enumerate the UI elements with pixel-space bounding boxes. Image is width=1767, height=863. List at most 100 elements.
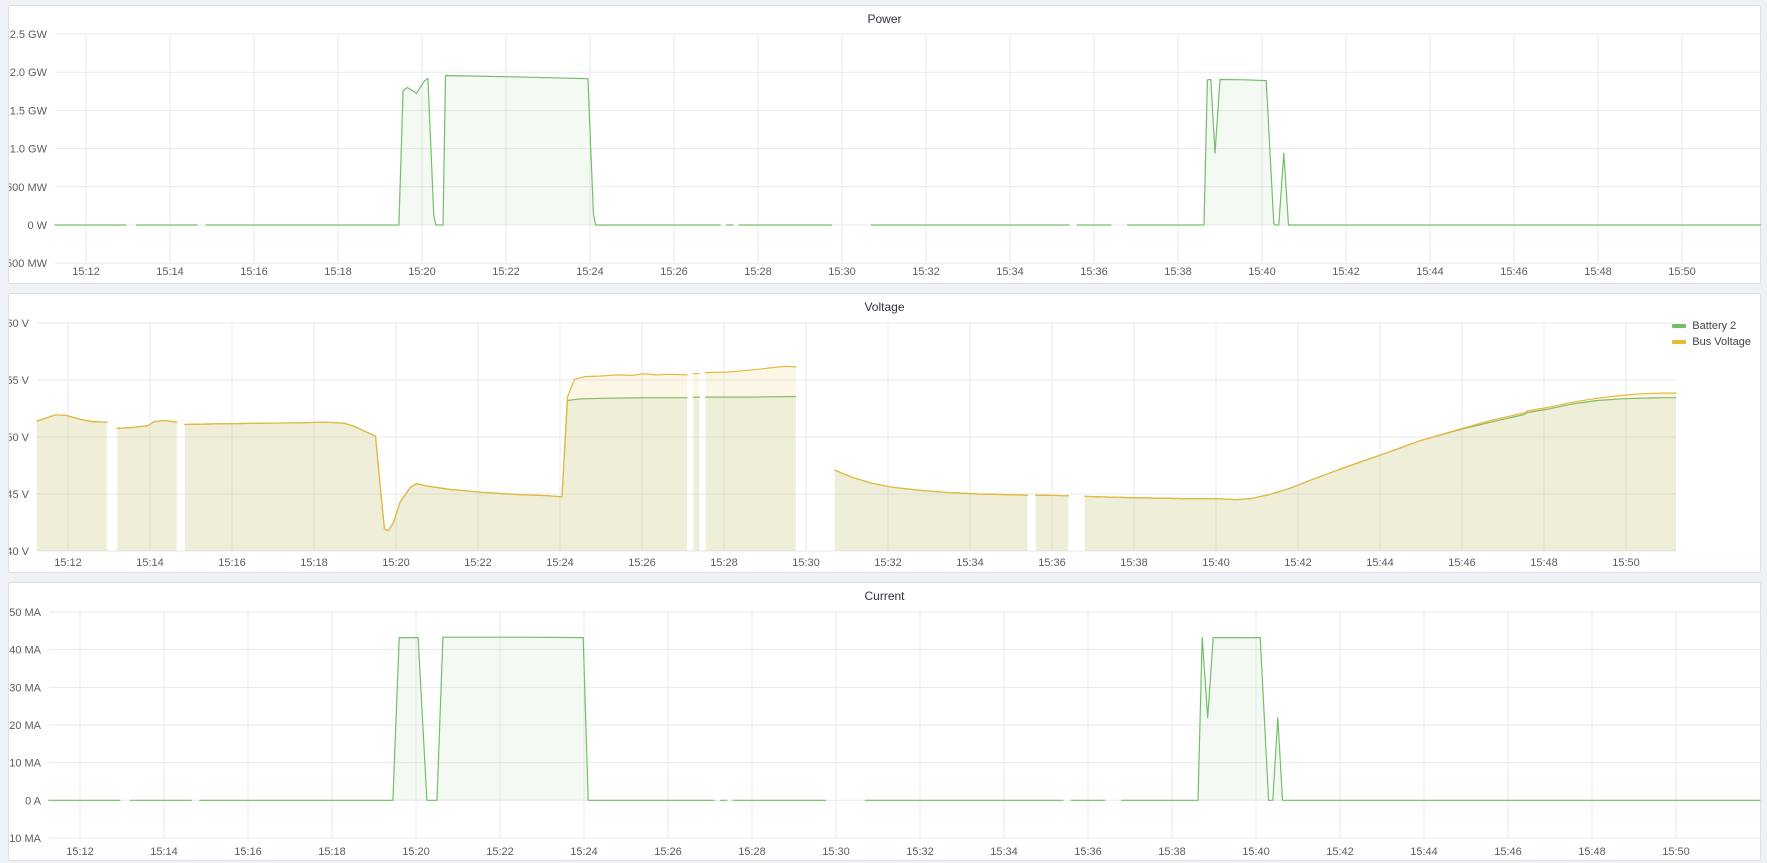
y-tick-label: 60 V [9, 318, 30, 330]
panel-voltage: Voltage 60 V 55 V 50 V 45 V 40 V 15:12 15:14 15… [8, 293, 1761, 573]
voltage-chart[interactable]: 60 V 55 V 50 V 45 V 40 V 15:12 15:14 15:16 15:18… [9, 294, 1762, 574]
x-tick-label: 15:42 [1284, 557, 1312, 569]
series-area-current [1122, 638, 1760, 801]
x-tick-label: 15:46 [1448, 557, 1476, 569]
power-chart[interactable]: 2.5 GW 2.0 GW 1.5 GW 1.0 GW 500 MW 0 W -500 MW… [9, 6, 1762, 285]
series-area-bus-voltage [1036, 495, 1069, 551]
y-tick-label: 45 V [9, 489, 30, 501]
x-tick-label: 15:36 [1080, 266, 1108, 278]
dashboard: Power 2.5 GW 2.0 GW 1.5 GW 1.0 GW 500 MW 0 W -… [0, 0, 1767, 861]
series-area-power [1128, 80, 1761, 226]
y-tick-label: -500 MW [9, 258, 48, 270]
x-tick-label: 15:18 [318, 846, 346, 858]
series-area-bus-voltage [706, 366, 796, 551]
panel-title-current[interactable]: Current [9, 583, 1760, 603]
x-tick-label: 15:30 [822, 846, 850, 858]
x-tick-label: 15:30 [792, 557, 820, 569]
x-tick-label: 15:40 [1202, 557, 1230, 569]
panel-title-power[interactable]: Power [9, 6, 1760, 26]
x-tick-label: 15:44 [1366, 557, 1394, 569]
series-area-bus-voltage [835, 470, 1028, 551]
x-tick-label: 15:32 [912, 266, 940, 278]
x-tick-label: 15:22 [492, 266, 520, 278]
x-tick-label: 15:30 [828, 266, 856, 278]
y-tick-label: 55 V [9, 375, 30, 387]
x-tick-label: 15:28 [710, 557, 738, 569]
x-tick-label: 15:50 [1668, 266, 1696, 278]
x-tick-label: 15:26 [628, 557, 656, 569]
series-area-power [206, 76, 721, 225]
x-tick-label: 15:14 [150, 846, 178, 858]
x-tick-label: 15:16 [234, 846, 262, 858]
series-area-bus-voltage [693, 374, 699, 551]
x-tick-label: 15:16 [240, 266, 268, 278]
series-area-bus-voltage [117, 421, 177, 552]
x-tick-label: 15:18 [300, 557, 328, 569]
x-tick-label: 15:46 [1500, 266, 1528, 278]
y-tick-label: 50 V [9, 432, 30, 444]
panel-power: Power 2.5 GW 2.0 GW 1.5 GW 1.0 GW 500 MW 0 W -… [8, 5, 1761, 284]
y-tick-label: -10 MA [9, 833, 42, 845]
x-tick-label: 15:24 [576, 266, 604, 278]
x-tick-label: 15:44 [1416, 266, 1444, 278]
x-tick-label: 15:18 [324, 266, 352, 278]
x-tick-label: 15:46 [1494, 846, 1522, 858]
x-tick-label: 15:38 [1164, 266, 1192, 278]
x-tick-label: 15:12 [72, 266, 100, 278]
series-area-current [200, 637, 715, 800]
panel-current: Current 50 MA40 MA30 MA20 MA10 MA0 A-10 … [8, 582, 1761, 861]
y-tick-label: 0 A [25, 795, 42, 807]
x-tick-label: 15:12 [66, 846, 94, 858]
legend-label-battery-2: Battery 2 [1692, 320, 1736, 332]
x-tick-label: 15:22 [486, 846, 514, 858]
x-tick-label: 15:34 [996, 266, 1024, 278]
x-tick-label: 15:32 [874, 557, 902, 569]
y-tick-label: 2.5 GW [10, 29, 48, 41]
x-tick-label: 15:22 [464, 557, 492, 569]
series-line-bus-voltage [1036, 495, 1069, 496]
x-tick-label: 15:14 [136, 557, 164, 569]
y-tick-label: 40 MA [9, 645, 41, 657]
y-tick-label: 1.0 GW [10, 144, 48, 156]
y-tick-label: 0 W [27, 220, 47, 232]
x-tick-label: 15:36 [1074, 846, 1102, 858]
y-tick-label: 40 V [9, 546, 30, 558]
y-tick-label: 500 MW [9, 182, 48, 194]
legend-item-battery-2[interactable]: Battery 2 [1672, 318, 1751, 334]
x-tick-label: 15:38 [1120, 557, 1148, 569]
x-tick-label: 15:26 [654, 846, 682, 858]
x-tick-label: 15:26 [660, 266, 688, 278]
legend-swatch-bus-voltage [1672, 340, 1686, 344]
x-tick-label: 15:38 [1158, 846, 1186, 858]
y-tick-label: 1.5 GW [10, 105, 48, 117]
legend-label-bus-voltage: Bus Voltage [1692, 336, 1751, 348]
x-tick-label: 15:48 [1578, 846, 1606, 858]
x-tick-label: 15:24 [546, 557, 574, 569]
x-tick-label: 15:24 [570, 846, 598, 858]
current-chart[interactable]: 50 MA40 MA30 MA20 MA10 MA0 A-10 MA15:121… [9, 583, 1762, 862]
x-tick-label: 15:48 [1584, 266, 1612, 278]
series-area-bus-voltage [185, 374, 687, 551]
y-tick-label: 20 MA [9, 720, 41, 732]
legend-item-bus-voltage[interactable]: Bus Voltage [1672, 334, 1751, 350]
x-tick-label: 15:42 [1332, 266, 1360, 278]
panel-title-voltage[interactable]: Voltage [9, 294, 1760, 314]
x-tick-label: 15:36 [1038, 557, 1066, 569]
x-tick-label: 15:28 [738, 846, 766, 858]
y-tick-label: 2.0 GW [10, 67, 48, 79]
x-tick-label: 15:34 [990, 846, 1018, 858]
series-area-bus-voltage [37, 415, 107, 551]
y-tick-label: 30 MA [9, 682, 41, 694]
x-tick-label: 15:44 [1410, 846, 1438, 858]
x-tick-label: 15:42 [1326, 846, 1354, 858]
x-tick-label: 15:20 [382, 557, 410, 569]
x-tick-label: 15:50 [1612, 557, 1640, 569]
x-tick-label: 15:16 [218, 557, 246, 569]
legend-swatch-battery-2 [1672, 324, 1686, 328]
x-tick-label: 15:12 [54, 557, 82, 569]
voltage-legend: Battery 2 Bus Voltage [1672, 318, 1751, 350]
x-tick-label: 15:50 [1662, 846, 1690, 858]
x-tick-label: 15:14 [156, 266, 184, 278]
x-tick-label: 15:40 [1242, 846, 1270, 858]
x-tick-label: 15:34 [956, 557, 984, 569]
